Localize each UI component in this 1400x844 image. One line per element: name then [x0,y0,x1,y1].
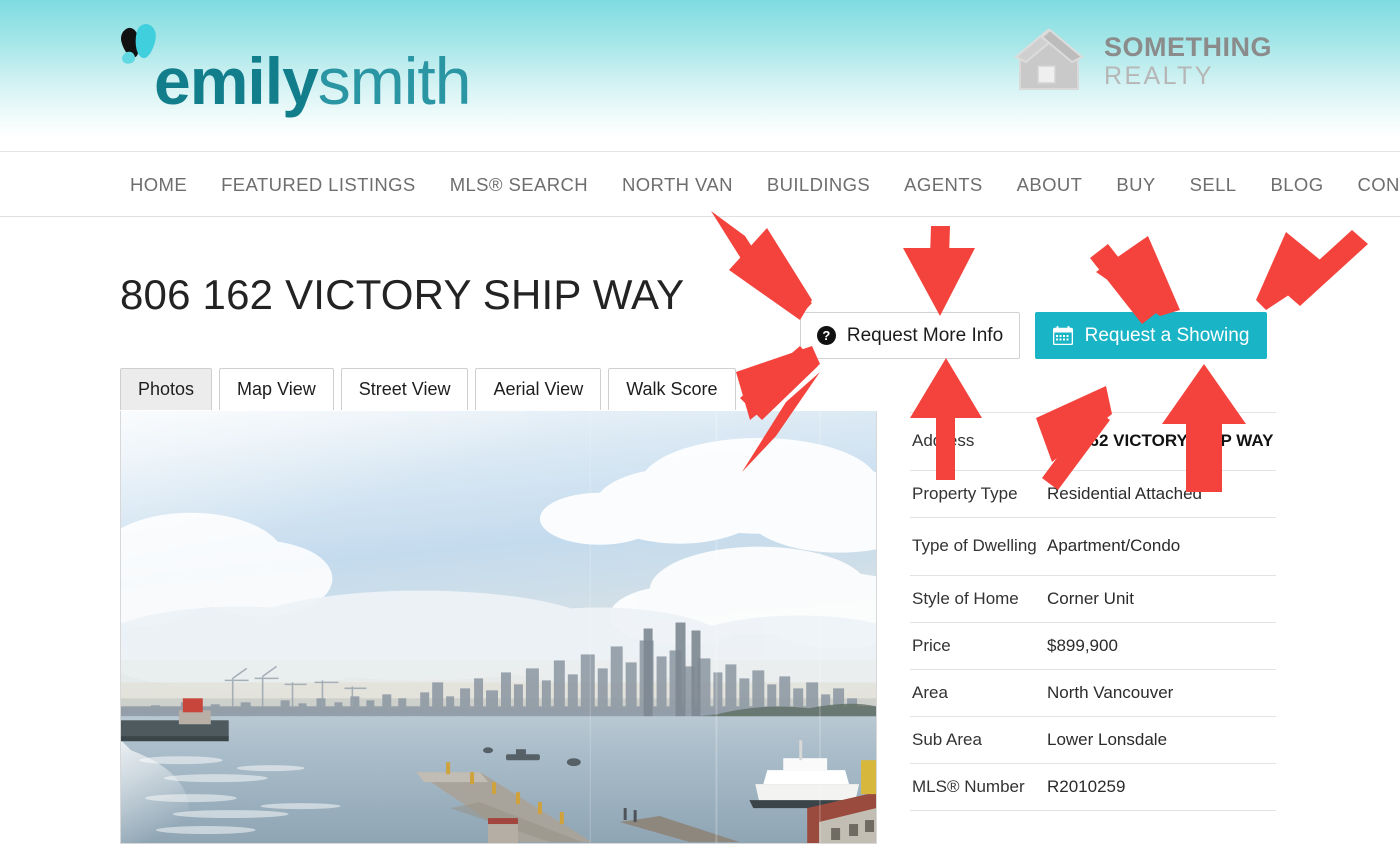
annotation-arrow [929,226,950,288]
nav-item-buy[interactable]: BUY [1116,174,1155,196]
detail-label: Property Type [912,483,1018,503]
request-a-showing-label: Request a Showing [1084,324,1250,346]
annotation-arrow [736,252,812,318]
table-row: Address 806 162 VICTORY SHIP WAY [910,413,1276,471]
detail-value: North Vancouver [1047,682,1174,702]
nav-item-blog[interactable]: BLOG [1270,174,1323,196]
page-root: emilysmith SOMETHING REALTY HOME FEATURE… [0,0,1400,844]
detail-label: Price [912,635,951,655]
detail-label: MLS® Number [912,776,1025,796]
detail-value: Apartment/Condo [1047,536,1181,556]
table-row: Area North Vancouver [910,670,1276,717]
realty-wordmark: SOMETHING REALTY [1103,31,1272,90]
nav-item-mls-search[interactable]: MLS® SEARCH [450,174,588,196]
tab-aerial-view[interactable]: Aerial View [475,368,602,410]
detail-label: Sub Area [912,729,982,749]
annotation-arrow [1096,236,1180,316]
detail-label: Type of Dwelling [912,536,1037,556]
request-a-showing-button[interactable]: Request a Showing [1035,312,1267,359]
tab-map-view[interactable]: Map View [219,368,334,410]
calendar-icon [1052,326,1073,345]
brand-wordmark: emilysmith [154,48,471,114]
site-header: emilysmith SOMETHING REALTY [0,0,1400,152]
nav-item-featured-listings[interactable]: FEATURED LISTINGS [221,174,416,196]
nav-item-about[interactable]: ABOUT [1017,174,1083,196]
table-row: MLS® Number R2010259 [910,764,1276,811]
brand-first-name: emily [154,43,319,118]
table-row: Sub Area Lower Lonsdale [910,717,1276,764]
table-row: Price $899,900 [910,623,1276,670]
request-more-info-button[interactable]: ? Request More Info [800,312,1020,359]
detail-value: Lower Lonsdale [1047,729,1168,749]
page-title: 806 162 VICTORY SHIP WAY [120,271,685,318]
listing-photo[interactable] [120,411,877,844]
table-row: Property Type Residential Attached [910,471,1276,518]
annotation-arrow [1284,230,1368,306]
annotation-arrow [729,228,812,320]
table-row: Type of Dwelling Apartment/Condo [910,518,1276,576]
tab-photos[interactable]: Photos [120,368,213,410]
annotation-arrow [903,248,975,316]
detail-value: $899,900 [1047,635,1118,655]
nav-item-north-van[interactable]: NORTH VAN [622,174,733,196]
realty-brokerage-logo[interactable]: SOMETHING REALTY [1010,26,1272,96]
annotation-arrow [711,211,798,318]
realty-name-line1: SOMETHING [1103,31,1272,62]
table-row: Style of Home Corner Unit [910,576,1276,623]
detail-value: Corner Unit [1047,588,1134,608]
harbour-view-image [121,411,876,843]
nav-item-sell[interactable]: SELL [1190,174,1237,196]
brand-last-name: smith [317,43,472,118]
nav-item-buildings[interactable]: BUILDINGS [767,174,870,196]
detail-value: Residential Attached [1047,483,1202,503]
main-navigation: HOME FEATURED LISTINGS MLS® SEARCH NORTH… [0,153,1400,217]
detail-label: Style of Home [912,588,1019,608]
annotation-arrow [910,358,982,418]
leaf-logo-icon [118,22,159,76]
nav-item-agents[interactable]: AGENTS [904,174,982,196]
site-logo[interactable]: emilysmith [118,16,471,114]
realty-name-line2: REALTY [1103,61,1214,90]
question-mark-circle-icon: ? [816,326,836,345]
detail-value: R2010259 [1047,776,1126,796]
tab-street-view[interactable]: Street View [340,368,469,410]
tab-walk-score[interactable]: Walk Score [608,368,736,410]
media-tabs: Photos Map View Street View Aerial View … [120,368,736,410]
annotation-arrow [1256,232,1330,310]
request-more-info-label: Request More Info [846,324,1004,346]
nav-item-home[interactable]: HOME [130,174,187,196]
detail-label: Address [912,431,975,451]
house-icon [1014,28,1084,90]
property-details-table: Address 806 162 VICTORY SHIP WAY Propert… [910,412,1276,811]
detail-label: Area [912,682,948,702]
detail-value: 806 162 VICTORY SHIP WAY [1047,431,1274,451]
nav-item-contact[interactable]: CONTACT [1358,174,1400,196]
